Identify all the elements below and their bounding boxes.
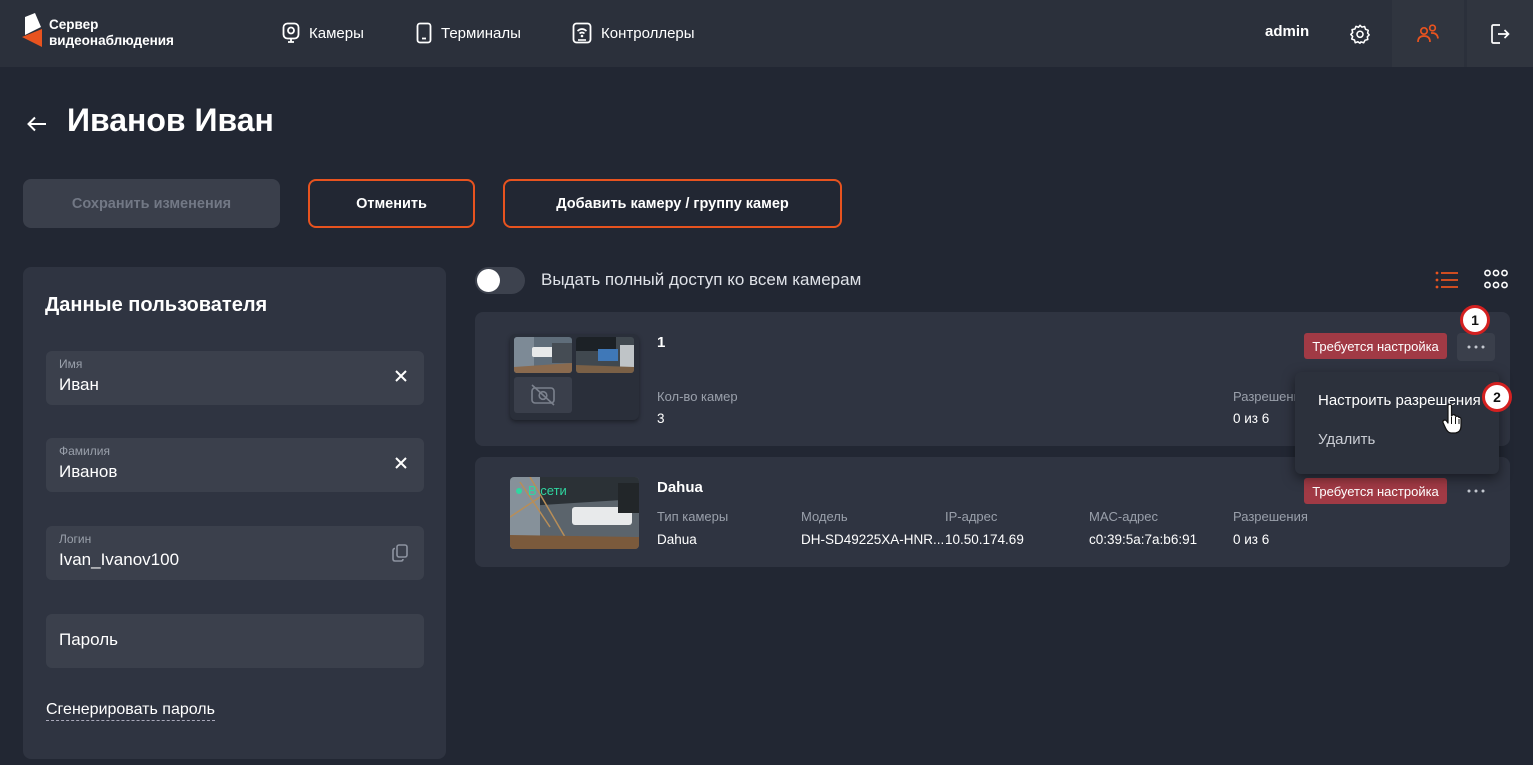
camera-name: Dahua	[657, 479, 703, 496]
users-button[interactable]	[1392, 0, 1464, 67]
last-name-value: Иванов	[59, 462, 118, 481]
grid-view-icon[interactable]	[1484, 269, 1508, 291]
logo-line1: Сервер	[49, 17, 99, 32]
camera-type-value: Dahua	[657, 532, 697, 547]
back-arrow-icon[interactable]	[26, 113, 48, 135]
logo-line2: видеонаблюдения	[49, 33, 174, 48]
first-name-label: Имя	[59, 357, 83, 371]
last-name-label: Фамилия	[59, 444, 110, 458]
model-label: Модель	[801, 509, 848, 524]
nav-controllers-label: Контроллеры	[601, 24, 695, 42]
camera-count-label: Кол-во камер	[657, 389, 738, 404]
logo-mark-icon	[22, 13, 42, 47]
page-title: Иванов Иван	[67, 102, 274, 138]
camera-type-label: Тип камеры	[657, 509, 729, 524]
options-dropdown: Настроить разрешения Удалить	[1295, 372, 1499, 474]
status-badge: Требуется настройка	[1304, 333, 1447, 359]
camera-thumbnail: В сети	[510, 477, 639, 549]
online-dot	[516, 487, 522, 494]
full-access-toggle[interactable]	[475, 267, 525, 294]
step-marker-1: 1	[1460, 305, 1490, 335]
model-value: DH-SD49225XA-HNR...	[801, 532, 945, 547]
logout-icon	[1491, 23, 1510, 44]
group-name: 1	[657, 334, 666, 351]
online-label: В сети	[528, 483, 567, 498]
mac-value: c0:39:5a:7a:b6:91	[1089, 532, 1198, 547]
camera-off-icon	[531, 384, 555, 406]
current-user[interactable]: admin	[1265, 23, 1309, 40]
full-access-label: Выдать полный доступ ко всем камерам	[541, 270, 862, 289]
permissions-value: 0 из 6	[1233, 532, 1270, 547]
camera-offline-thumbnail	[514, 377, 572, 413]
camera-thumbnail	[514, 337, 572, 373]
delete-item[interactable]: Удалить	[1318, 431, 1375, 448]
camera-count-value: 3	[657, 411, 665, 426]
nav-terminals-label: Терминалы	[441, 24, 521, 42]
online-status: В сети	[516, 483, 567, 498]
more-icon	[1467, 489, 1485, 493]
clear-icon[interactable]	[394, 456, 408, 470]
mac-label: MAC-адрес	[1089, 509, 1158, 524]
ip-value: 10.50.174.69	[945, 532, 1024, 547]
toggle-knob	[477, 269, 500, 292]
password-field[interactable]: Пароль	[46, 614, 424, 668]
panel-title: Данные пользователя	[45, 294, 268, 316]
login-label: Логин	[59, 532, 92, 546]
gear-icon	[1350, 24, 1370, 44]
permissions-label: Разрешения	[1233, 509, 1308, 524]
first-name-field[interactable]: Имя Иван	[46, 351, 424, 405]
settings-button[interactable]	[1324, 0, 1396, 67]
last-name-field[interactable]: Фамилия Иванов	[46, 438, 424, 492]
clear-icon[interactable]	[394, 369, 408, 383]
nav-controllers[interactable]: Контроллеры	[572, 20, 695, 46]
nav-cameras-label: Камеры	[309, 24, 364, 42]
copy-icon[interactable]	[392, 544, 408, 562]
camera-icon	[282, 22, 300, 43]
nav-cameras[interactable]: Камеры	[282, 20, 364, 46]
step-marker-2: 2	[1482, 382, 1512, 412]
top-navbar: Сервер видеонаблюдения Камеры Терминалы …	[0, 0, 1533, 67]
generate-password-link[interactable]: Сгенерировать пароль	[46, 701, 215, 721]
group-thumbnails	[510, 334, 639, 420]
user-data-panel: Данные пользователя Имя Иван Фамилия Ива…	[23, 267, 446, 759]
logo-text: Сервер видеонаблюдения	[49, 17, 174, 49]
controller-icon	[572, 22, 592, 44]
list-view-icon[interactable]	[1435, 269, 1459, 291]
ip-label: IP-адрес	[945, 509, 998, 524]
more-options-button[interactable]	[1457, 333, 1495, 361]
camera-thumbnail	[576, 337, 634, 373]
permissions-value: 0 из 6	[1233, 411, 1270, 426]
password-placeholder: Пароль	[59, 630, 118, 649]
more-options-button[interactable]	[1457, 477, 1495, 505]
first-name-value: Иван	[59, 375, 99, 394]
save-changes-button[interactable]: Сохранить изменения	[23, 179, 280, 228]
login-value: Ivan_Ivanov100	[59, 550, 180, 569]
cancel-button[interactable]: Отменить	[308, 179, 475, 228]
logout-button[interactable]	[1467, 0, 1533, 67]
login-field[interactable]: Логин Ivan_Ivanov100	[46, 526, 424, 580]
more-icon	[1467, 345, 1485, 349]
terminal-icon	[416, 22, 432, 44]
app-logo[interactable]: Сервер видеонаблюдения	[22, 13, 182, 53]
hand-cursor-icon	[1442, 403, 1462, 434]
status-badge: Требуется настройка	[1304, 478, 1447, 504]
users-icon	[1417, 23, 1439, 42]
nav-terminals[interactable]: Терминалы	[416, 20, 521, 46]
add-camera-button[interactable]: Добавить камеру / группу камер	[503, 179, 842, 228]
